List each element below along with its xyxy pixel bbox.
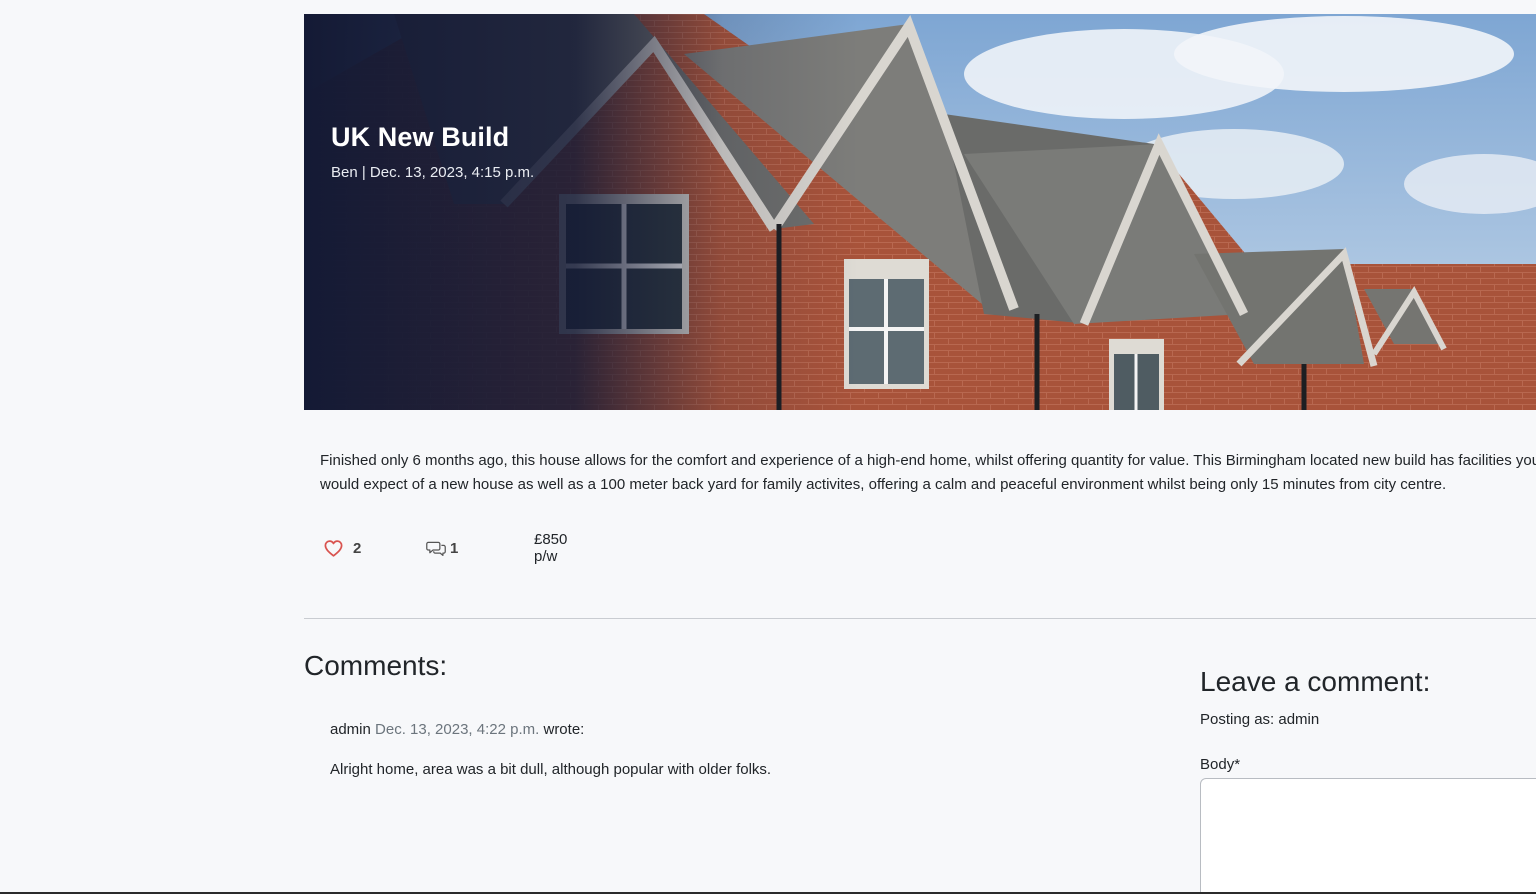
- comment-body: Alright home, area was a bit dull, altho…: [330, 761, 772, 778]
- comments-heading: Comments:: [304, 650, 448, 681]
- section-divider: [304, 618, 1536, 619]
- comments-count: 1: [450, 539, 459, 557]
- comment-stat: 1: [426, 536, 458, 560]
- comment-body-input[interactable]: [1200, 778, 1536, 894]
- post-title: UK New Build: [331, 122, 510, 152]
- post-hero: UK New Build Ben | Dec. 13, 2023, 4:15 p…: [304, 14, 1536, 410]
- like-stat: 2: [324, 536, 361, 560]
- comment-meta: admin Dec. 13, 2023, 4:22 p.m. wrote:: [330, 721, 584, 738]
- post-featured-image: [304, 14, 1536, 410]
- posting-as-label: Posting as: admin: [1200, 711, 1320, 728]
- comment-date: Dec. 13, 2023, 4:22 p.m.: [375, 721, 540, 738]
- leave-comment-heading: Leave a comment:: [1200, 666, 1431, 697]
- likes-count: 2: [353, 539, 362, 557]
- chat-bubbles-icon: [426, 540, 446, 557]
- heart-outline-icon[interactable]: [324, 539, 343, 557]
- comment-author: admin: [330, 721, 371, 738]
- comment-wrote-label: wrote:: [543, 721, 585, 738]
- post-author-date: Ben | Dec. 13, 2023, 4:15 p.m.: [331, 164, 535, 181]
- post-detail-page: UK New Build Ben | Dec. 13, 2023, 4:15 p…: [0, 0, 1536, 894]
- price-label: £850 p/w: [534, 531, 568, 565]
- post-description: Finished only 6 months ago, this house a…: [320, 452, 1536, 493]
- body-field-label: Body*: [1200, 756, 1241, 773]
